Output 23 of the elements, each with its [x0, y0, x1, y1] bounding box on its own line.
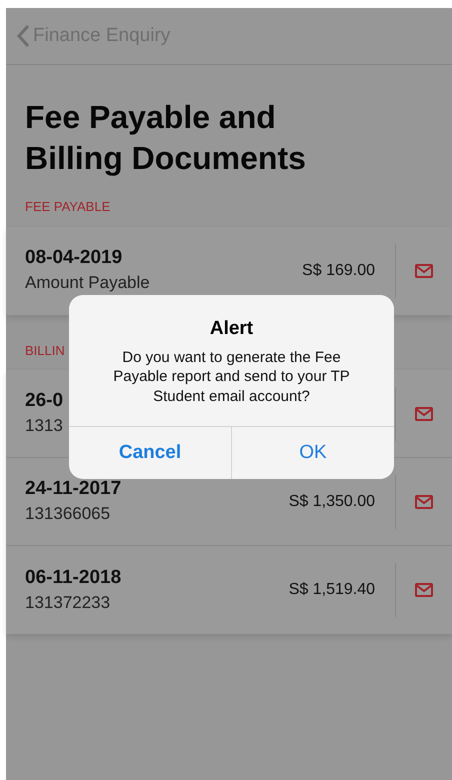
page-title: Fee Payable and Billing Documents [25, 98, 307, 178]
section-heading: FEE PAYABLE [25, 198, 110, 216]
mail-icon [415, 583, 433, 597]
document-date: 06-11-2018 [25, 566, 122, 590]
ok-button[interactable]: OK [231, 427, 394, 479]
amount-text: S$ 1,519.40 [288, 580, 376, 600]
amount-text: S$ 1,350.00 [288, 492, 376, 512]
document-date: 24-11-2017 [25, 478, 122, 502]
document-date: 26-0 [25, 390, 64, 414]
section-heading: BILLIN [25, 342, 65, 360]
document-date: 08-04-2019 [25, 247, 122, 270]
alert-message: Do you want to generate the Fee Payable report and send to your TP Student email account? [112, 348, 351, 406]
mail-icon [415, 406, 433, 420]
document-detail: 131366065 [25, 504, 110, 525]
document-detail: 1313 [25, 416, 63, 437]
alert-title: Alert [208, 317, 254, 341]
mail-icon [415, 494, 433, 508]
amount-text: S$ 169.00 [302, 260, 376, 280]
back-chevron-icon [16, 24, 30, 48]
mail-icon [415, 264, 433, 278]
document-detail: Amount Payable [25, 273, 150, 294]
cancel-button[interactable]: Cancel [69, 427, 231, 479]
document-detail: 131372233 [25, 592, 110, 614]
